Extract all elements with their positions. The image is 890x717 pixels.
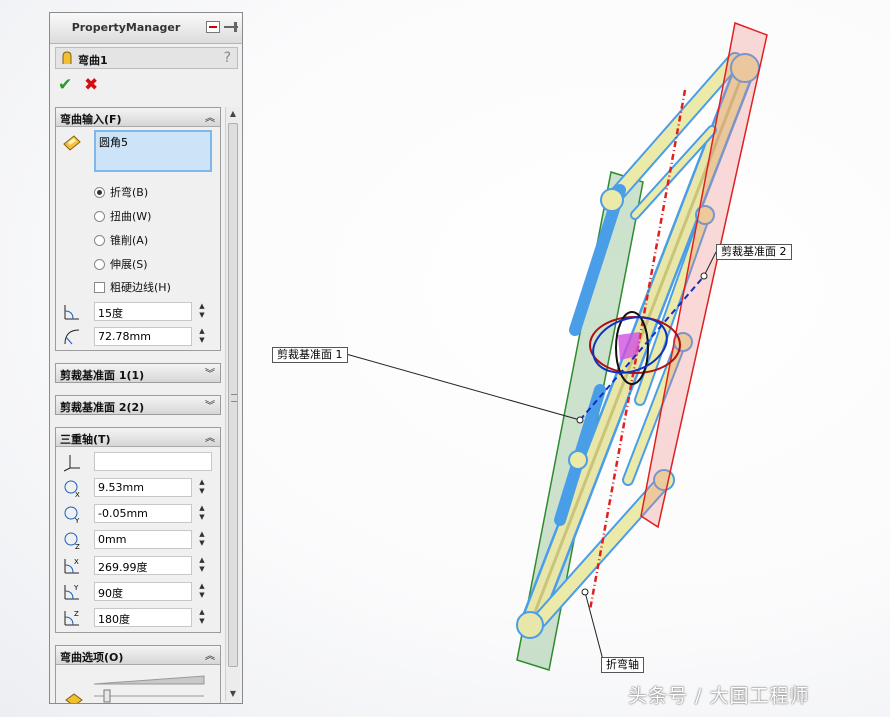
radio-taper-label: 锥削(A) <box>110 234 149 247</box>
rigid-edges-label: 粗硬边线(H) <box>110 281 171 294</box>
group-bend-input-title: 弯曲输入(F) <box>60 113 122 126</box>
radio-stretch[interactable]: 伸展(S) <box>94 256 148 272</box>
scroll-up-arrow-icon[interactable]: ▲ <box>226 107 240 121</box>
position-z-icon: Z <box>64 532 80 550</box>
radio-stretch-dot[interactable] <box>94 258 105 270</box>
scroll-down-arrow-icon[interactable]: ▼ <box>226 687 240 701</box>
radio-flex[interactable]: 折弯(B) <box>94 184 148 200</box>
position-x-icon: X <box>64 480 80 498</box>
panel-header: PropertyManager <box>50 13 242 44</box>
feature-name: 弯曲1 <box>78 54 108 67</box>
svg-text:Y: Y <box>73 584 79 592</box>
rotation-z-spinner[interactable]: ▲ ▼ <box>196 608 208 627</box>
panel-scrollbar[interactable]: ▲ ▼ <box>225 107 240 701</box>
group-triad-title: 三重轴(T) <box>60 433 111 446</box>
triad-reference-field[interactable] <box>94 452 212 471</box>
radio-taper[interactable]: 锥削(A) <box>94 232 148 248</box>
expand-chevron-icon[interactable]: ︾ <box>205 397 215 412</box>
angle-icon <box>64 305 79 320</box>
svg-text:Y: Y <box>74 517 80 524</box>
group-bend-options-title: 弯曲选项(O) <box>60 651 124 664</box>
collapse-chevron-icon[interactable]: ︽ <box>205 429 215 444</box>
angle-spinner[interactable]: ▲ ▼ <box>196 302 208 321</box>
group-triad-header[interactable]: 三重轴(T) ︽ <box>56 428 220 447</box>
collapse-chevron-icon[interactable]: ︽ <box>205 647 215 662</box>
rotation-x-spinner[interactable]: ▲ ▼ <box>196 556 208 575</box>
expand-chevron-icon[interactable]: ︾ <box>205 365 215 380</box>
svg-text:X: X <box>74 558 79 566</box>
rotation-x-icon: X <box>64 558 79 574</box>
selected-bodies-list[interactable]: 圆角5 <box>94 130 212 172</box>
callout-trim-plane-2[interactable]: 剪裁基准面 2 <box>716 244 792 260</box>
callout-trim-plane-1[interactable]: 剪裁基准面 1 <box>272 347 348 363</box>
rotation-y-icon: Y <box>64 584 79 600</box>
group-trim-plane-2-title: 剪裁基准面 2(2) <box>60 401 145 414</box>
position-y-input[interactable]: -0.05mm <box>94 504 192 523</box>
radius-input[interactable]: 72.78mm <box>94 327 192 346</box>
ok-check-icon[interactable]: ✔ <box>58 75 72 95</box>
position-x-spinner[interactable]: ▲ ▼ <box>196 478 208 497</box>
accuracy-slider[interactable] <box>64 670 214 704</box>
group-bend-options: 弯曲选项(O) ︽ <box>55 645 221 704</box>
position-y-icon: Y <box>64 506 80 524</box>
group-bend-options-header[interactable]: 弯曲选项(O) ︽ <box>56 646 220 665</box>
rigid-edges-box[interactable] <box>94 281 105 293</box>
bend-feature-icon <box>62 51 72 64</box>
radio-stretch-label: 伸展(S) <box>110 258 148 271</box>
svg-text:Z: Z <box>74 610 79 618</box>
group-bend-input-header[interactable]: 弯曲输入(F) ︽ <box>56 108 220 127</box>
help-icon[interactable]: ? <box>224 50 231 66</box>
rotation-z-icon: Z <box>64 610 79 626</box>
selection-bodies-icon <box>63 135 81 151</box>
radio-twist-label: 扭曲(W) <box>110 210 152 223</box>
rotation-y-input[interactable]: 90度 <box>94 582 192 601</box>
scroll-thumb[interactable] <box>228 123 238 667</box>
panel-title: PropertyManager <box>71 21 181 34</box>
position-y-spinner[interactable]: ▲ ▼ <box>196 504 208 523</box>
svg-text:X: X <box>75 491 80 498</box>
radio-twist[interactable]: 扭曲(W) <box>94 208 151 224</box>
checkbox-rigid-edges[interactable]: 粗硬边线(H) <box>94 279 171 295</box>
pushpin-icon[interactable] <box>224 21 238 33</box>
feature-title-bar: 弯曲1 ? <box>55 47 238 69</box>
group-triad: 三重轴(T) ︽ X 9.53mm ▲ ▼ Y -0.05mm ▲ ▼ Z 0mm … <box>55 427 221 633</box>
collapse-chevron-icon[interactable]: ︽ <box>205 109 215 124</box>
group-trim-plane-2[interactable]: 剪裁基准面 2(2) ︾ <box>55 395 221 415</box>
radio-flex-label: 折弯(B) <box>110 186 149 199</box>
position-z-input[interactable]: 0mm <box>94 530 192 549</box>
leader-trim-plane-1 <box>345 353 581 421</box>
group-bend-input: 弯曲输入(F) ︽ 圆角5 折弯(B) 扭曲(W) 锥削(A) 伸展(S) 粗硬… <box>55 107 221 351</box>
position-z-spinner[interactable]: ▲ ▼ <box>196 530 208 549</box>
triad-icon <box>63 455 80 472</box>
radio-taper-dot[interactable] <box>94 234 105 246</box>
cancel-x-icon[interactable]: ✖ <box>84 75 98 95</box>
group-trim-plane-1-title: 剪裁基准面 1(1) <box>60 369 145 382</box>
radio-flex-dot[interactable] <box>94 186 105 198</box>
property-manager-panel: PropertyManager 弯曲1 ? ✔ ✖ ▲ ▼ 弯曲输入(F) ︽ … <box>49 12 243 704</box>
watermark: 头条号 / 大国工程师 <box>628 685 810 707</box>
leader-bend-axis <box>584 591 604 661</box>
rotation-y-spinner[interactable]: ▲ ▼ <box>196 582 208 601</box>
radius-icon <box>64 329 80 345</box>
radio-twist-dot[interactable] <box>94 210 105 222</box>
callout-bend-axis[interactable]: 折弯轴 <box>601 657 644 673</box>
group-trim-plane-1[interactable]: 剪裁基准面 1(1) ︾ <box>55 363 221 383</box>
panel-menu-icon[interactable] <box>206 21 220 33</box>
rotation-x-input[interactable]: 269.99度 <box>94 556 192 575</box>
svg-text:Z: Z <box>75 543 80 550</box>
rotation-z-input[interactable]: 180度 <box>94 608 192 627</box>
position-x-input[interactable]: 9.53mm <box>94 478 192 497</box>
angle-input[interactable]: 15度 <box>94 302 192 321</box>
radius-spinner[interactable]: ▲ ▼ <box>196 327 208 346</box>
